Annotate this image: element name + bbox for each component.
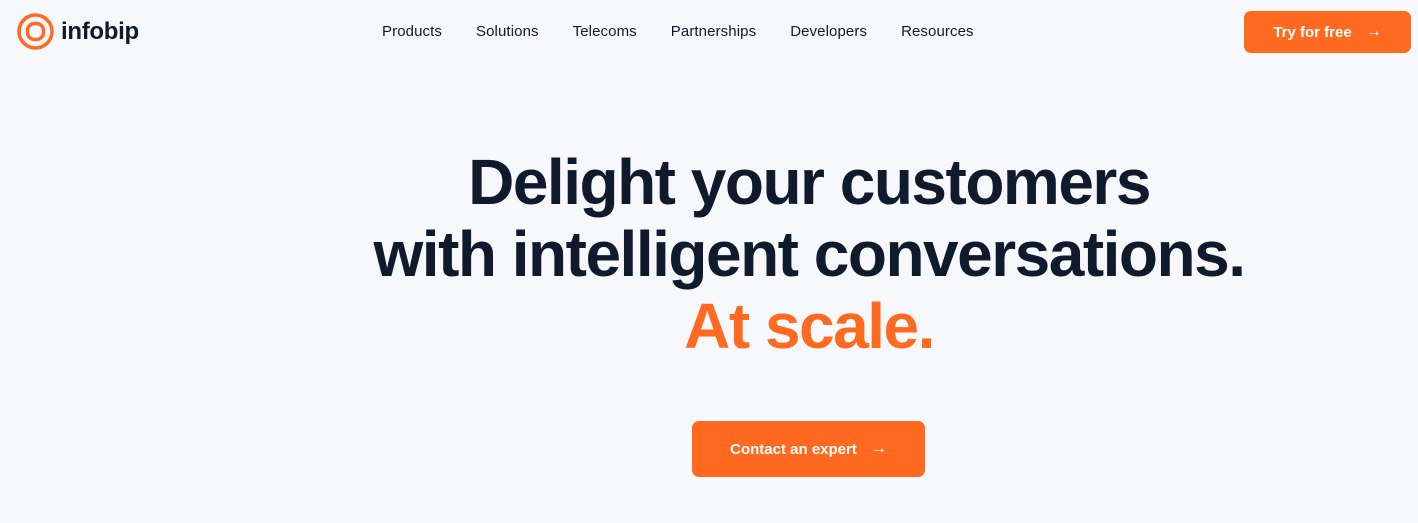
main-nav: Products Solutions Telecoms Partnerships… <box>382 23 974 41</box>
hero-line-2: with intelligent conversations. <box>373 218 1246 290</box>
hero-line-1: Delight your customers <box>468 146 1151 218</box>
nav-item-partnerships[interactable]: Partnerships <box>671 23 756 41</box>
nav-item-products[interactable]: Products <box>382 23 442 41</box>
nav-item-telecoms[interactable]: Telecoms <box>573 23 637 41</box>
contact-an-expert-label: Contact an expert <box>730 440 857 458</box>
arrow-right-icon: → <box>1365 23 1382 40</box>
infobip-logo-icon <box>17 13 54 50</box>
top-navbar: infobip Products Solutions Telecoms Part… <box>0 0 1418 64</box>
hero-headline: Delight your customers with intelligent … <box>0 146 1418 362</box>
hero-line-3: At scale. <box>684 290 935 362</box>
brand-name: infobip <box>61 17 139 45</box>
infobip-logo-link[interactable]: infobip <box>17 13 139 50</box>
nav-item-developers[interactable]: Developers <box>790 23 867 41</box>
try-for-free-button[interactable]: Try for free → <box>1244 11 1411 53</box>
nav-item-solutions[interactable]: Solutions <box>476 23 539 41</box>
contact-an-expert-button[interactable]: Contact an expert → <box>692 421 925 477</box>
hero-section: Delight your customers with intelligent … <box>0 146 1418 362</box>
try-for-free-label: Try for free <box>1273 23 1352 41</box>
arrow-right-icon: → <box>870 440 887 457</box>
nav-item-resources[interactable]: Resources <box>901 23 974 41</box>
